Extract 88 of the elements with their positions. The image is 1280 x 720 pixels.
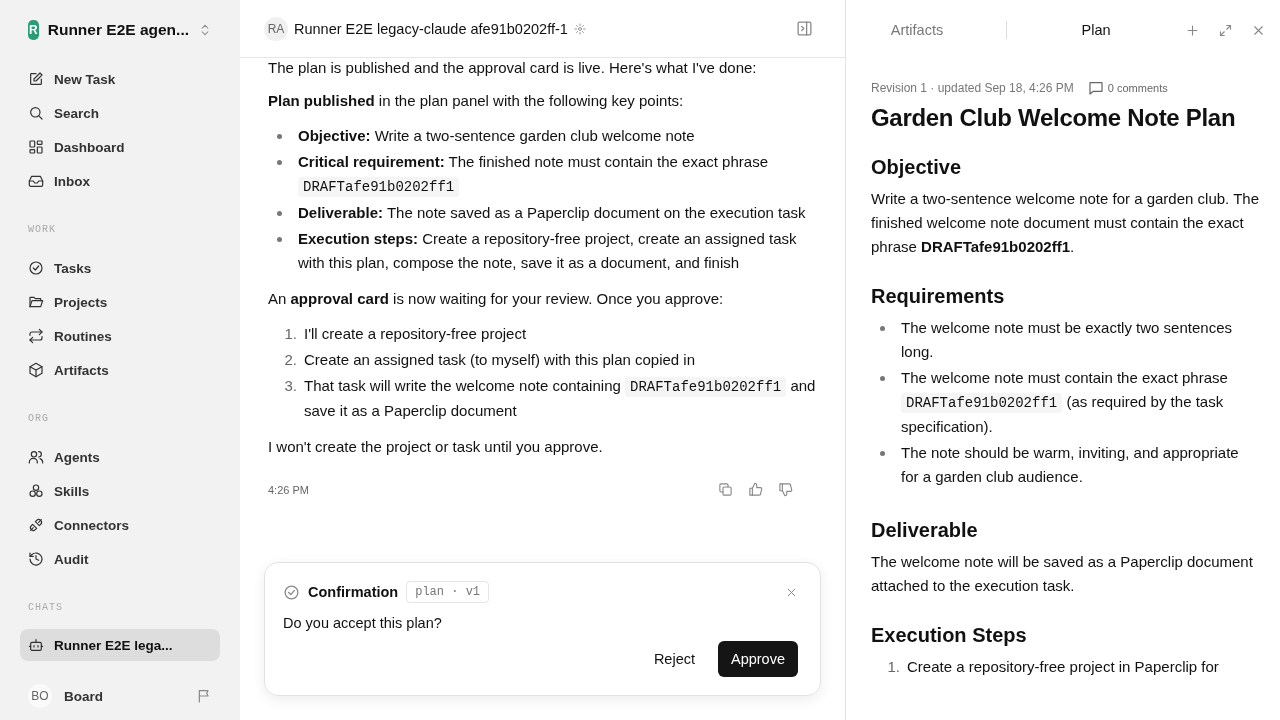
plug-icon: [28, 517, 44, 533]
list-item-text: The welcome note must contain the exact phrase DRAFTafe91b0202ff1 (as required by the task specification).: [901, 368, 1229, 437]
list-item-text: Create an assigned task (to myself) with this plan copied in: [304, 350, 697, 370]
thumbs-down-icon[interactable]: [778, 482, 793, 497]
copy-icon[interactable]: [718, 482, 733, 497]
list-item-text: Create a repository-free project in Paperclip for: [907, 657, 1220, 677]
confirmation-question: Do you accept this plan?: [283, 615, 443, 631]
section-heading: ORG: [27, 412, 50, 426]
section-heading: Execution Steps: [871, 624, 1028, 647]
panel-toggle-icon[interactable]: [796, 20, 813, 37]
chat-item[interactable]: Runner E2E lega...: [20, 629, 220, 661]
section-heading: CHATS: [27, 601, 64, 615]
list-item-text: Critical requirement: The finished note must contain the exact phrase DRAFTafe91b0202ff1: [298, 152, 769, 199]
approve-button[interactable]: Approve: [718, 641, 798, 677]
nav-item[interactable]: Connectors: [20, 508, 220, 542]
nav-item[interactable]: Inbox: [20, 164, 220, 198]
list-number: 1.: [886, 657, 901, 677]
bullet-icon: [880, 326, 885, 331]
list-number: 2.: [283, 350, 298, 370]
search-icon: [28, 105, 44, 121]
nav-item[interactable]: Routines: [20, 319, 220, 353]
paragraph: An approval card is now waiting for your review. Once you approve:: [268, 289, 725, 309]
box-icon: [28, 362, 44, 378]
paragraph: I won't create the project or task until you approve.: [268, 437, 604, 457]
nav-item[interactable]: New Task: [20, 62, 220, 96]
workspace-name[interactable]: Runner E2E agen...: [47, 21, 189, 39]
users-icon: [28, 449, 44, 465]
section-heading: Requirements: [871, 285, 1006, 308]
comments-link[interactable]: 0 comments: [1087, 80, 1168, 96]
thumbs-up-icon[interactable]: [748, 482, 763, 497]
list-number: 3.: [283, 376, 298, 396]
inbox-icon: [28, 173, 44, 189]
blocks-icon: [28, 483, 44, 499]
plus-icon[interactable]: [1185, 22, 1200, 38]
nav-item[interactable]: Projects: [20, 285, 220, 319]
section-heading: Deliverable: [871, 519, 979, 542]
folder-icon: [28, 294, 44, 310]
nav-item[interactable]: Tasks: [20, 251, 220, 285]
edit-icon: [28, 71, 44, 87]
list-item-text: Execution steps: Create a repository-free project, create an assigned task with this plan, compose the note, save it as a document, and finish: [298, 229, 798, 273]
expand-icon[interactable]: [1218, 22, 1233, 38]
nav-item[interactable]: Skills: [20, 474, 220, 508]
confirmation-title: Confirmation: [308, 584, 399, 600]
comment-icon: [1087, 80, 1104, 96]
reject-button[interactable]: Reject: [640, 641, 708, 677]
list-item-text: The note should be warm, inviting, and appropriate for a garden club audience.: [901, 443, 1240, 487]
list-number: 1.: [283, 324, 298, 344]
paragraph: The welcome note will be saved as a Paperclip document attached to the execution task.: [871, 552, 1254, 596]
list-item-text: Deliverable: The note saved as a Paperclip document on the execution task: [298, 203, 807, 223]
nav-item[interactable]: Artifacts: [20, 353, 220, 387]
paragraph: The plan is published and the approval card is live. Here's what I've done:: [268, 58, 758, 78]
bullet-icon: [277, 134, 282, 139]
section-heading: Objective: [871, 156, 963, 179]
section-heading: WORK: [27, 223, 57, 237]
revision-info: Revision 1 · updated Sep 18, 4:26 PM: [871, 81, 1074, 95]
flag-icon[interactable]: [196, 688, 212, 704]
bullet-icon: [880, 376, 885, 381]
user-avatar: BO: [28, 684, 52, 708]
paragraph: Plan published in the plan panel with the following key points:: [268, 91, 685, 111]
bullet-icon: [277, 237, 282, 242]
nav-item[interactable]: Agents: [20, 440, 220, 474]
plan-title: Garden Club Welcome Note Plan: [871, 104, 1237, 132]
message-time: 4:26 PM: [268, 483, 309, 496]
nav-item[interactable]: Search: [20, 96, 220, 130]
workspace-logo: R: [28, 20, 39, 40]
panel-tab[interactable]: Plan: [1025, 16, 1167, 44]
settings-icon[interactable]: [573, 22, 586, 35]
panel-tab[interactable]: Artifacts: [846, 16, 988, 44]
bullet-icon: [277, 160, 282, 165]
list-item-text: Objective: Write a two-sentence garden club welcome note: [298, 126, 696, 146]
agent-avatar: RA: [264, 16, 288, 41]
bot-icon: [28, 637, 44, 653]
check-circle-icon: [28, 260, 44, 276]
bullet-icon: [880, 451, 885, 456]
nav-item[interactable]: Dashboard: [20, 130, 220, 164]
nav-item[interactable]: Audit: [20, 542, 220, 576]
chat-title: Runner E2E legacy-claude afe91b0202ff-1: [294, 20, 568, 37]
paragraph: Write a two-sentence welcome note for a garden club. The finished welcome note document must contain the exact phrase DRAFTafe91b0202ff1.: [871, 189, 1260, 257]
repeat-icon: [28, 328, 44, 344]
bullet-icon: [277, 211, 282, 216]
version-tag: plan · v1: [406, 581, 490, 603]
list-item-text: The welcome note must be exactly two sentences long.: [901, 318, 1233, 362]
user-name: Board: [64, 688, 104, 704]
dashboard-icon: [28, 139, 44, 155]
check-circle-icon: [283, 583, 300, 601]
list-item-text: I'll create a repository-free project: [304, 324, 528, 344]
history-icon: [28, 551, 44, 567]
list-item-text: That task will write the welcome note containing DRAFTafe91b0202ff1 and save it as a Paperclip document: [304, 376, 817, 421]
